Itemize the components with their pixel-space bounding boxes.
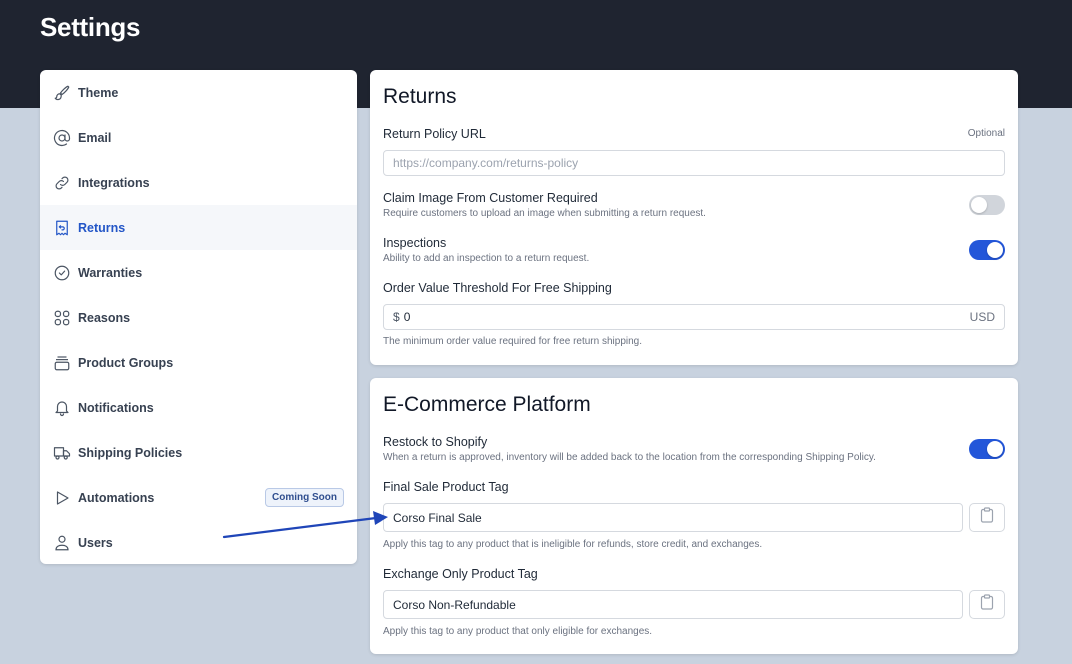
- copy-exchange-only-tag-button[interactable]: [969, 590, 1005, 619]
- ecommerce-title: E-Commerce Platform: [383, 393, 591, 416]
- sidebar-item-label: Email: [78, 130, 112, 145]
- restock-toggle[interactable]: [969, 439, 1005, 459]
- exchange-only-tag-help: Apply this tag to any product that only …: [383, 626, 653, 637]
- return-policy-url-input[interactable]: https://company.com/returns-policy: [383, 150, 1005, 176]
- currency-prefix: $: [393, 310, 400, 324]
- settings-sidebar: Theme Email Integrations Returns Warrant…: [40, 70, 357, 564]
- threshold-input[interactable]: $ 0 USD: [383, 304, 1005, 330]
- inspections-label: Inspections: [383, 236, 447, 250]
- sidebar-item-theme[interactable]: Theme: [40, 70, 357, 115]
- threshold-help: The minimum order value required for fre…: [383, 336, 643, 347]
- coming-soon-badge: Coming Soon: [265, 488, 344, 507]
- sidebar-item-returns[interactable]: Returns: [40, 205, 357, 250]
- ecommerce-card: E-Commerce Platform Restock to Shopify W…: [370, 378, 1018, 654]
- claim-image-label: Claim Image From Customer Required: [383, 191, 598, 205]
- toggle-knob: [971, 197, 987, 213]
- sidebar-item-shipping-policies[interactable]: Shipping Policies: [40, 430, 357, 475]
- user-icon: [52, 533, 72, 553]
- clipboard-icon: [980, 507, 994, 528]
- sidebar-item-label: Shipping Policies: [78, 445, 183, 460]
- sidebar-item-integrations[interactable]: Integrations: [40, 160, 357, 205]
- threshold-label: Order Value Threshold For Free Shipping: [383, 281, 612, 295]
- exchange-only-tag-value: Corso Non-Refundable: [393, 597, 516, 612]
- return-policy-url-placeholder: https://company.com/returns-policy: [393, 156, 579, 170]
- threshold-value: 0: [403, 310, 411, 324]
- play-icon: [52, 488, 72, 508]
- final-sale-tag-value: Corso Final Sale: [393, 510, 482, 525]
- sidebar-item-label: Theme: [78, 85, 119, 100]
- sidebar-item-label: Users: [78, 535, 113, 550]
- returns-title: Returns: [383, 85, 457, 108]
- inspections-description: Ability to add an inspection to a return…: [383, 253, 590, 264]
- currency-suffix: USD: [969, 310, 995, 324]
- clipboard-icon: [980, 594, 994, 615]
- final-sale-tag-input[interactable]: Corso Final Sale: [383, 503, 963, 532]
- claim-image-toggle[interactable]: [969, 195, 1005, 215]
- toggle-knob: [987, 441, 1003, 457]
- exchange-only-tag-input[interactable]: Corso Non-Refundable: [383, 590, 963, 619]
- sidebar-item-label: Integrations: [78, 175, 150, 190]
- sidebar-item-product-groups[interactable]: Product Groups: [40, 340, 357, 385]
- sidebar-item-label: Automations: [78, 490, 155, 505]
- claim-image-description: Require customers to upload an image whe…: [383, 208, 706, 219]
- sidebar-item-label: Reasons: [78, 310, 131, 325]
- paintbrush-icon: [52, 83, 72, 103]
- sidebar-item-label: Notifications: [78, 400, 154, 415]
- sidebar-item-reasons[interactable]: Reasons: [40, 295, 357, 340]
- receipt-return-icon: [52, 218, 72, 238]
- toggle-knob: [987, 242, 1003, 258]
- optional-label: Optional: [967, 128, 1005, 139]
- grid-icon: [52, 308, 72, 328]
- archive-box-icon: [52, 353, 72, 373]
- link-icon: [52, 173, 72, 193]
- exchange-only-tag-label: Exchange Only Product Tag: [383, 567, 538, 581]
- sidebar-item-automations[interactable]: Automations Coming Soon: [40, 475, 357, 520]
- final-sale-tag-help: Apply this tag to any product that is in…: [383, 539, 763, 550]
- restock-label: Restock to Shopify: [383, 435, 488, 449]
- badge-check-icon: [52, 263, 72, 283]
- restock-description: When a return is approved, inventory wil…: [383, 452, 876, 463]
- inspections-toggle[interactable]: [969, 240, 1005, 260]
- sidebar-item-label: Product Groups: [78, 355, 174, 370]
- copy-final-sale-tag-button[interactable]: [969, 503, 1005, 532]
- page-title: Settings: [40, 12, 141, 42]
- sidebar-item-users[interactable]: Users: [40, 520, 357, 564]
- bell-icon: [52, 398, 72, 418]
- final-sale-tag-label: Final Sale Product Tag: [383, 480, 509, 494]
- returns-card: Returns Return Policy URL Optional https…: [370, 70, 1018, 365]
- at-sign-icon: [52, 128, 72, 148]
- sidebar-item-notifications[interactable]: Notifications: [40, 385, 357, 430]
- sidebar-item-label: Returns: [78, 220, 126, 235]
- return-policy-url-label: Return Policy URL: [383, 127, 486, 141]
- sidebar-item-warranties[interactable]: Warranties: [40, 250, 357, 295]
- sidebar-item-label: Warranties: [78, 265, 143, 280]
- sidebar-item-email[interactable]: Email: [40, 115, 357, 160]
- truck-icon: [52, 443, 72, 463]
